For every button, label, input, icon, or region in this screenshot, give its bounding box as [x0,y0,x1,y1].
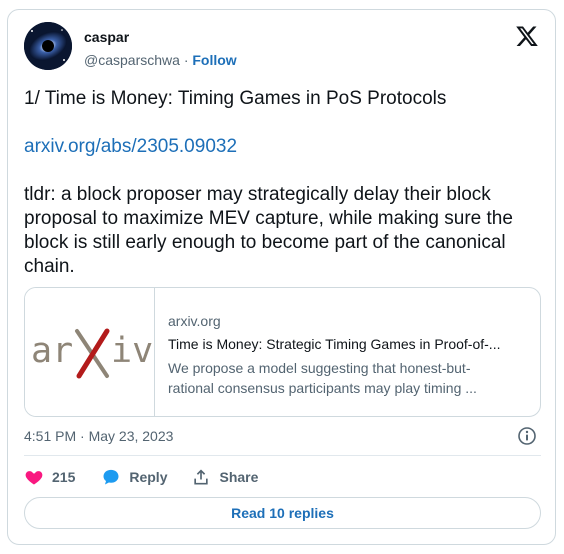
svg-text:ar: ar [31,331,73,371]
info-icon[interactable] [517,426,537,446]
speech-bubble-icon [103,469,119,485]
read-replies-button[interactable]: Read 10 replies [24,497,541,529]
share-icon [194,469,209,485]
separator-dot: · [183,52,189,68]
avatar[interactable] [24,22,72,70]
preview-title: Time is Money: Strategic Timing Games in… [168,336,501,352]
arxiv-logo-icon: ar iv [31,328,153,379]
author-handle-row: @casparschwa · Follow [84,52,237,68]
tweet-timestamp[interactable]: 4:51 PM · May 23, 2023 [24,428,173,444]
share-label: Share [219,469,259,485]
follow-button[interactable]: Follow [192,52,236,68]
reply-button[interactable]: Reply [101,467,167,487]
svg-text:iv: iv [111,331,153,371]
tweet-body: tldr: a block proposer may strategically… [24,184,513,277]
like-count: 215 [52,469,76,485]
author-handle[interactable]: @casparschwa [84,52,180,68]
tweet-link[interactable]: arxiv.org/abs/2305.09032 [24,136,237,157]
heart-icon [25,471,43,485]
link-preview-card[interactable]: ar iv arxiv.org Time is Money: Strategic… [24,287,541,417]
galaxy-avatar-icon [24,22,72,70]
divider [24,455,541,456]
tweet-line-1: 1/ Time is Money: Timing Games in PoS Pr… [24,88,447,109]
like-button[interactable]: 215 [24,467,75,487]
preview-desc-line-1: We propose a model suggesting that hones… [168,360,471,376]
tweet-card: caspar @casparschwa · Follow 1/ Time is … [7,9,556,545]
preview-domain: arxiv.org [168,313,221,329]
tweet-text: 1/ Time is Money: Timing Games in PoS Pr… [24,87,544,279]
action-bar: 215 Reply Share [24,466,258,488]
x-logo-icon[interactable] [515,24,539,48]
author-name[interactable]: caspar [84,29,129,45]
reply-label: Reply [129,469,168,485]
arxiv-logo: ar iv [25,288,155,416]
preview-desc-line-2: rational consensus participants may play… [168,380,477,396]
share-button[interactable]: Share [191,467,258,487]
preview-description: We propose a model suggesting that hones… [168,358,508,398]
